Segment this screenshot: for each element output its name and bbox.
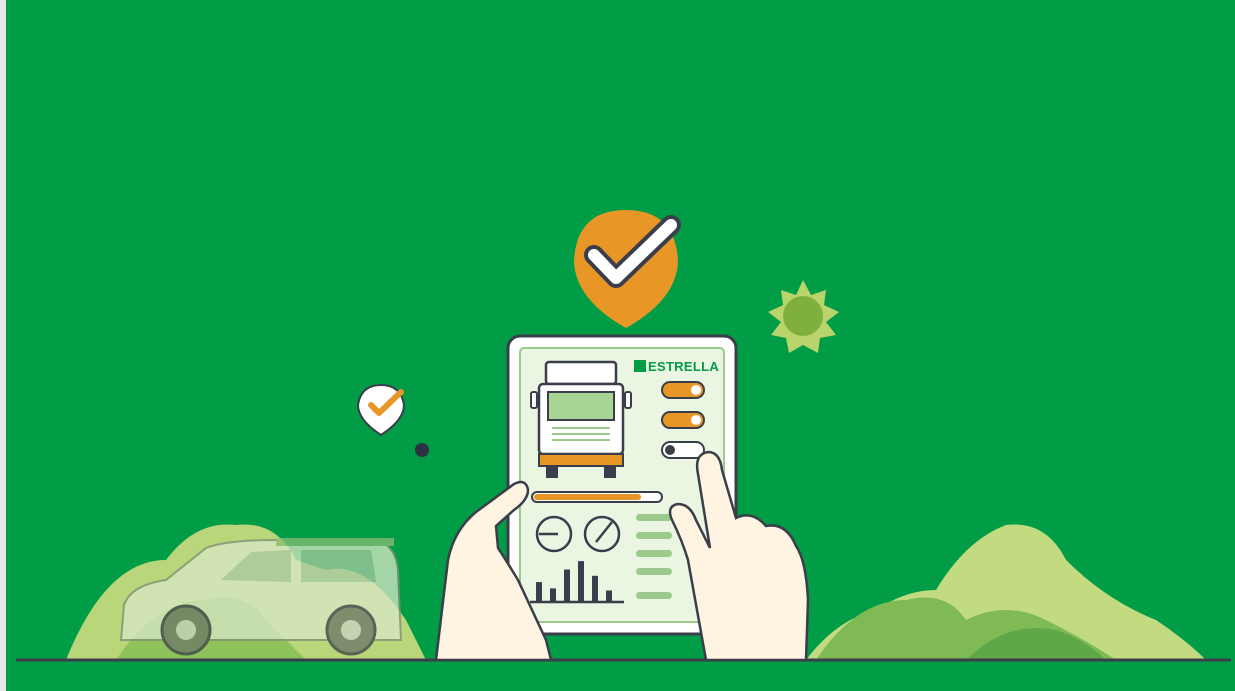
hills-right [806, 524, 1206, 660]
toggle-3[interactable] [661, 441, 705, 459]
small-check-pin-icon [356, 383, 406, 437]
brand-name: ESTRELLA [648, 359, 719, 374]
progress-fill [534, 494, 642, 500]
chart-bar [550, 588, 556, 601]
truck-icon [530, 360, 632, 478]
location-check-pin-icon [574, 210, 681, 328]
progress-bar [531, 491, 663, 503]
chart-bar [592, 575, 598, 601]
toggle-1[interactable] [661, 381, 705, 399]
chart-bar [606, 590, 612, 601]
chart-bar [536, 582, 542, 601]
illustration-scene: ESTRELLA [6, 0, 1235, 691]
chart-bar [578, 561, 584, 601]
toggle-2[interactable] [661, 411, 705, 429]
car-illustration [119, 538, 403, 656]
illustration-svg: ESTRELLA [16, 210, 1231, 662]
chart-bar [564, 569, 570, 601]
dot-decoration [415, 443, 429, 457]
sun-icon [768, 280, 839, 353]
toggle-switches [661, 381, 705, 459]
